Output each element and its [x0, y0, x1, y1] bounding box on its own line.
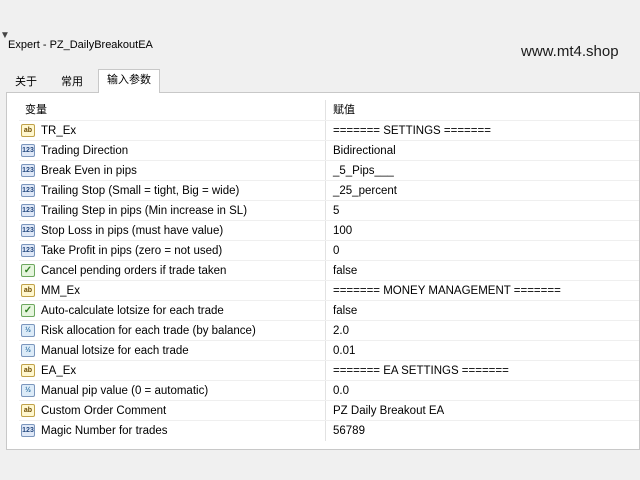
int-type-icon: 123	[21, 184, 35, 197]
table-row[interactable]: 123 Trading Direction Bidirectional	[19, 140, 639, 161]
parameter-name: Take Profit in pips (zero = not used)	[41, 245, 223, 257]
parameter-name: Manual pip value (0 = automatic)	[41, 385, 209, 397]
parameter-name: EA_Ex	[41, 365, 77, 377]
dbl-type-icon: ½	[21, 344, 35, 357]
header-variable[interactable]: 变量	[25, 100, 47, 120]
grid-header: 变量 赋值	[19, 100, 639, 120]
bool-type-icon: ✓	[21, 264, 35, 277]
parameter-name: Magic Number for trades	[41, 425, 168, 437]
int-type-icon: 123	[21, 164, 35, 177]
parameter-value[interactable]: Bidirectional	[333, 141, 396, 161]
parameter-name: Manual lotsize for each trade	[41, 345, 189, 357]
header-value[interactable]: 赋值	[333, 100, 355, 120]
bool-type-icon: ✓	[21, 304, 35, 317]
table-row[interactable]: ab TR_Ex ======= SETTINGS =======	[19, 120, 639, 141]
table-row[interactable]: 123 Trailing Step in pips (Min increase i…	[19, 200, 639, 221]
parameter-value[interactable]: PZ Daily Breakout EA	[333, 401, 444, 421]
parameter-value[interactable]: 0.0	[333, 381, 349, 401]
parameter-value[interactable]: 2.0	[333, 321, 349, 341]
dbl-type-icon: ½	[21, 324, 35, 337]
column-separator	[325, 281, 326, 301]
int-type-icon: 123	[21, 224, 35, 237]
parameter-value[interactable]: 5	[333, 201, 339, 221]
column-separator	[325, 141, 326, 161]
column-separator	[325, 421, 326, 441]
table-row[interactable]: 123 Stop Loss in pips (must have value) 10…	[19, 220, 639, 241]
column-separator	[325, 381, 326, 401]
table-row[interactable]: 123 Break Even in pips _5_Pips___	[19, 160, 639, 181]
str-type-icon: ab	[21, 284, 35, 297]
parameter-value[interactable]: 100	[333, 221, 352, 241]
table-row[interactable]: 123 Take Profit in pips (zero = not used)…	[19, 240, 639, 261]
column-separator	[325, 121, 326, 141]
column-separator	[325, 201, 326, 221]
parameter-value[interactable]: ======= SETTINGS =======	[333, 121, 491, 141]
parameter-name: Stop Loss in pips (must have value)	[41, 225, 224, 237]
column-separator	[325, 361, 326, 381]
parameter-value[interactable]: ======= EA SETTINGS =======	[333, 361, 509, 381]
table-row[interactable]: ab Custom Order Comment PZ Daily Breakout …	[19, 400, 639, 421]
int-type-icon: 123	[21, 244, 35, 257]
str-type-icon: ab	[21, 124, 35, 137]
table-row[interactable]: ½ Manual pip value (0 = automatic) 0.0	[19, 380, 639, 401]
column-separator	[325, 241, 326, 261]
column-separator	[325, 221, 326, 241]
tab-about[interactable]: 关于	[6, 71, 46, 91]
dbl-type-icon: ½	[21, 384, 35, 397]
bottom-strip	[0, 450, 640, 480]
parameter-name: Cancel pending orders if trade taken	[41, 265, 227, 277]
table-row[interactable]: ½ Risk allocation for each trade (by bala…	[19, 320, 639, 341]
window-title: Expert - PZ_DailyBreakoutEA	[8, 39, 153, 51]
column-separator	[325, 261, 326, 281]
parameter-value[interactable]: ======= MONEY MANAGEMENT =======	[333, 281, 561, 301]
parameter-name: Auto-calculate lotsize for each trade	[41, 305, 224, 317]
table-row[interactable]: 123 Magic Number for trades 56789	[19, 420, 639, 441]
parameter-name: Custom Order Comment	[41, 405, 167, 417]
column-separator[interactable]	[325, 100, 326, 120]
parameter-value[interactable]: 56789	[333, 421, 365, 441]
column-separator	[325, 341, 326, 361]
table-row[interactable]: ab MM_Ex ======= MONEY MANAGEMENT =======	[19, 280, 639, 301]
parameter-name: Break Even in pips	[41, 165, 137, 177]
title-bar: ▼ Expert - PZ_DailyBreakoutEA www.mt4.sh…	[0, 0, 640, 62]
parameter-value[interactable]: 0.01	[333, 341, 355, 361]
parameter-value[interactable]: 0	[333, 241, 339, 261]
parameters-grid: 变量 赋值 ab TR_Ex ======= SETTINGS ======= 123…	[19, 100, 639, 441]
int-type-icon: 123	[21, 424, 35, 437]
tab-inputs[interactable]: 输入参数	[98, 69, 160, 93]
column-separator	[325, 401, 326, 421]
column-separator	[325, 301, 326, 321]
inputs-panel: 变量 赋值 ab TR_Ex ======= SETTINGS ======= 123…	[6, 92, 640, 450]
parameter-name: Trailing Stop (Small = tight, Big = wide…	[41, 185, 240, 197]
tab-common[interactable]: 常用	[52, 71, 92, 91]
column-separator	[325, 161, 326, 181]
column-separator	[325, 181, 326, 201]
table-row[interactable]: ✓ Cancel pending orders if trade taken fal…	[19, 260, 639, 281]
str-type-icon: ab	[21, 364, 35, 377]
tab-bar: 关于 常用 输入参数	[6, 69, 636, 93]
parameter-value[interactable]: _25_percent	[333, 181, 397, 201]
parameter-value[interactable]: false	[333, 301, 357, 321]
parameter-value[interactable]: _5_Pips___	[333, 161, 394, 181]
parameter-value[interactable]: false	[333, 261, 357, 281]
parameter-name: MM_Ex	[41, 285, 80, 297]
watermark: www.mt4.shop	[521, 43, 619, 60]
int-type-icon: 123	[21, 144, 35, 157]
parameter-name: TR_Ex	[41, 125, 77, 137]
table-row[interactable]: ab EA_Ex ======= EA SETTINGS =======	[19, 360, 639, 381]
str-type-icon: ab	[21, 404, 35, 417]
parameter-name: Trading Direction	[41, 145, 129, 157]
int-type-icon: 123	[21, 204, 35, 217]
parameter-name: Trailing Step in pips (Min increase in S…	[41, 205, 248, 217]
table-row[interactable]: ✓ Auto-calculate lotsize for each trade fa…	[19, 300, 639, 321]
table-row[interactable]: ½ Manual lotsize for each trade 0.01	[19, 340, 639, 361]
parameter-name: Risk allocation for each trade (by balan…	[41, 325, 256, 337]
table-row[interactable]: 123 Trailing Stop (Small = tight, Big = w…	[19, 180, 639, 201]
column-separator	[325, 321, 326, 341]
